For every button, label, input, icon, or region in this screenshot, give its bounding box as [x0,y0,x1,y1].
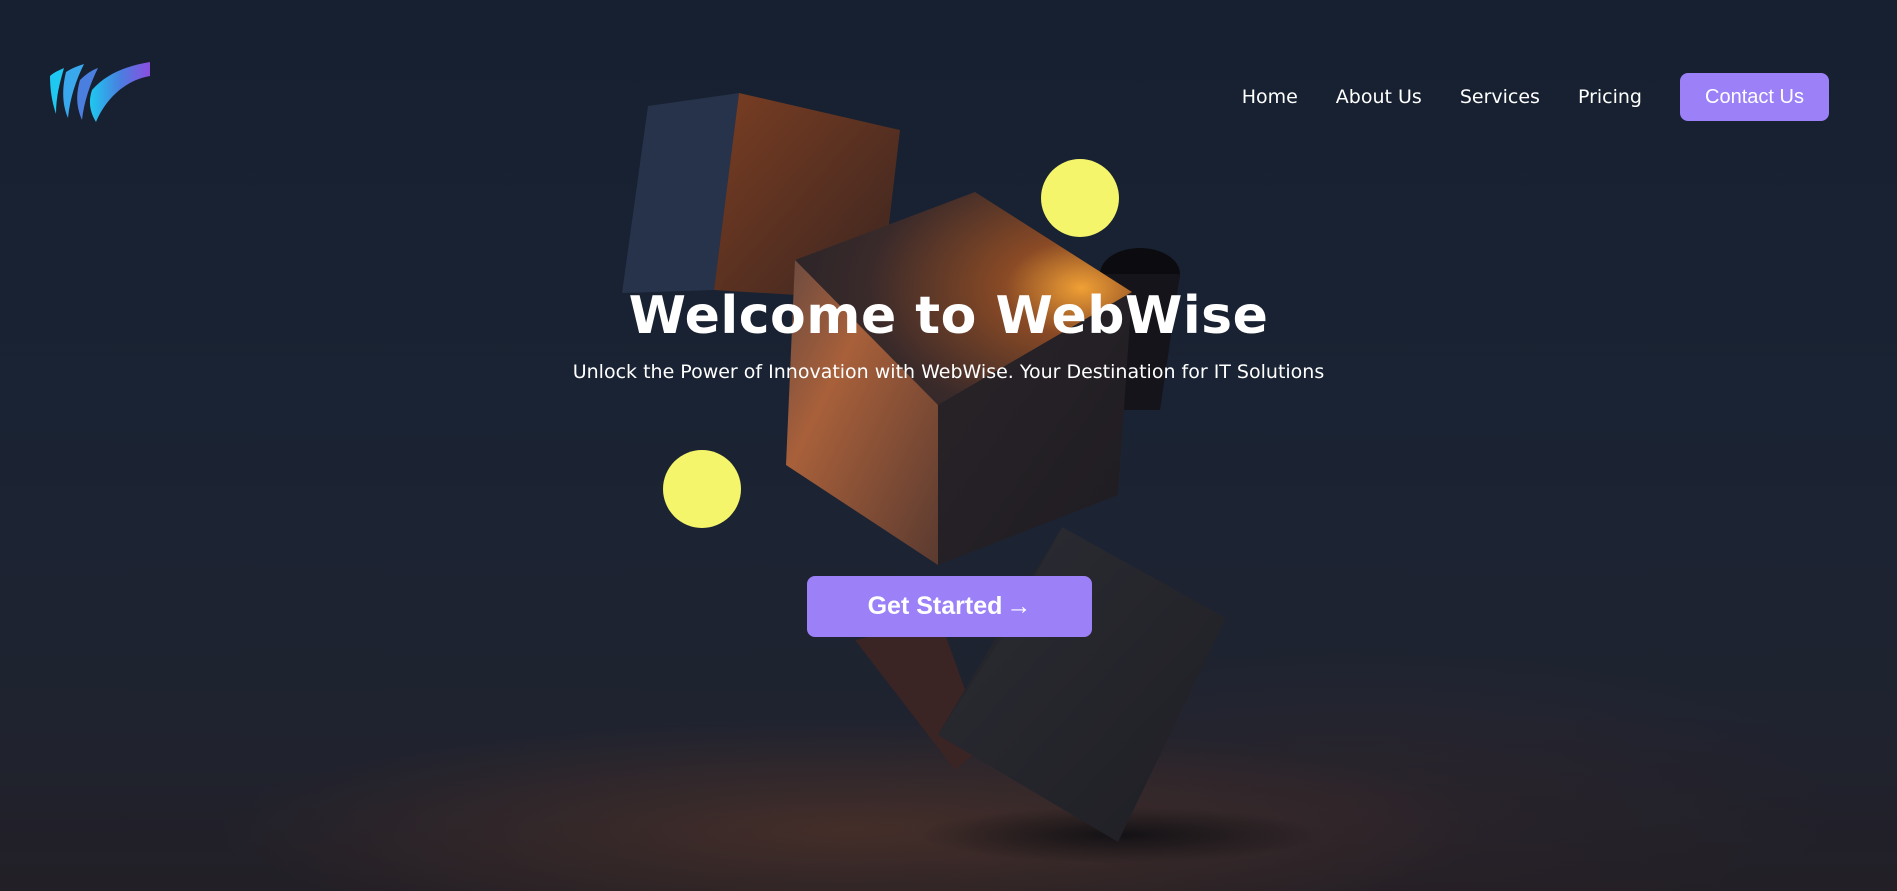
get-started-label: Get Started [867,592,1003,620]
contact-us-button[interactable]: Contact Us [1680,73,1829,121]
bottom-cube-face [938,527,1226,842]
nav-link-pricing[interactable]: Pricing [1578,86,1642,108]
yellow-orb-top [1041,159,1119,237]
hero-background-art [622,93,1320,863]
main-nav: Home About Us Services Pricing Contact U… [1242,72,1829,122]
hero-section: Home About Us Services Pricing Contact U… [0,0,1897,891]
nav-link-about-us[interactable]: About Us [1336,86,1422,108]
hero-subtitle: Unlock the Power of Innovation with WebW… [572,361,1325,383]
nav-link-home[interactable]: Home [1242,86,1298,108]
nav-link-services[interactable]: Services [1460,86,1540,108]
arrow-right-icon: → [1006,592,1032,620]
get-started-button[interactable]: Get Started → [807,576,1092,637]
yellow-orb-left [663,450,741,528]
webwise-logo-icon[interactable] [46,58,154,128]
hero-title: Welcome to WebWise [628,286,1269,346]
